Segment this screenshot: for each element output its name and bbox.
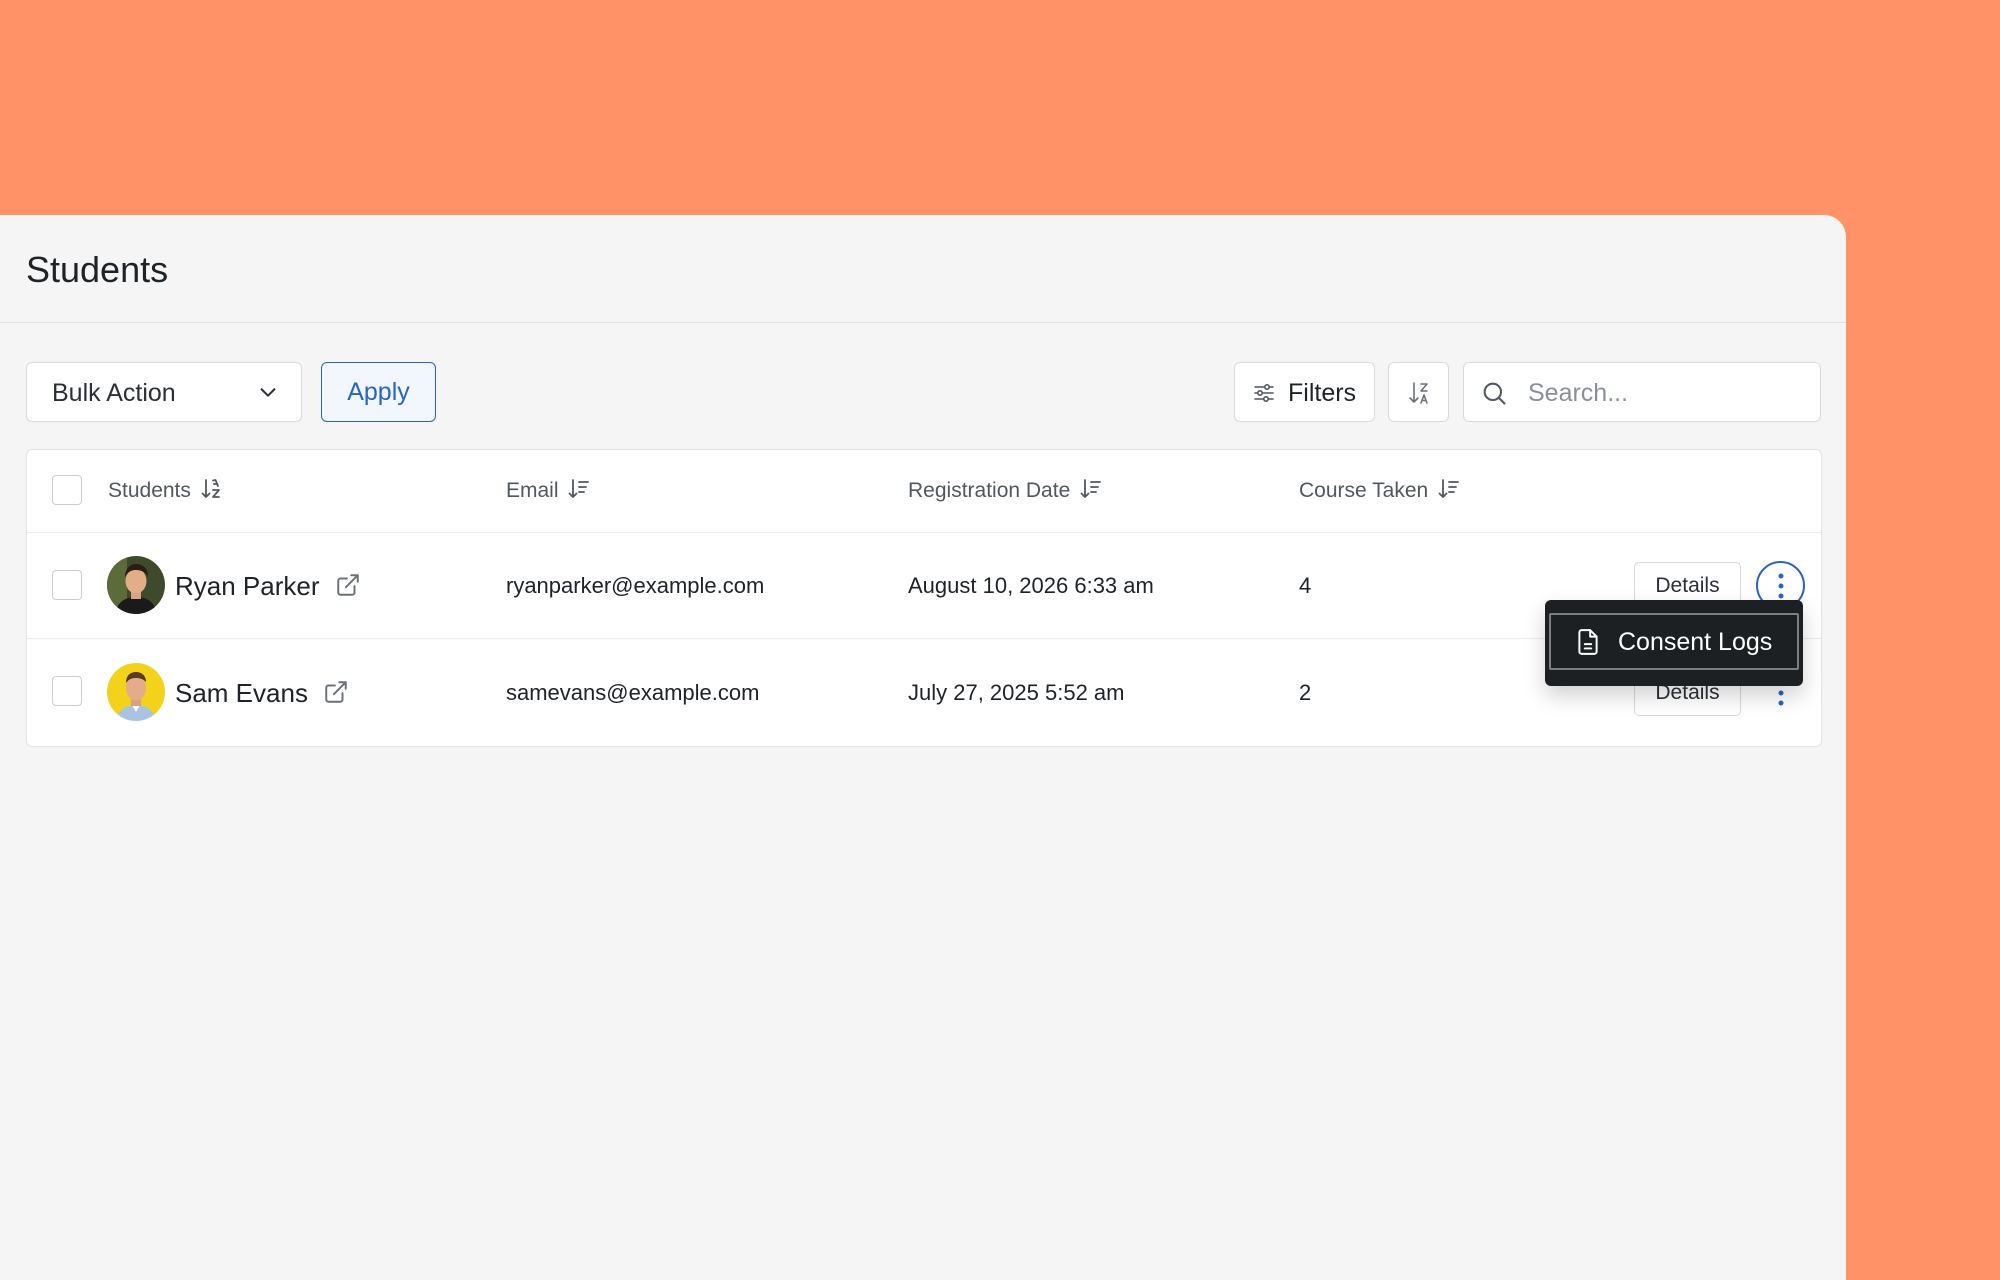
student-email: ryanparker@example.com	[506, 573, 765, 598]
select-all-checkbox[interactable]	[52, 475, 82, 505]
chevron-down-icon	[257, 381, 279, 410]
row-actions-menu: Consent Logs	[1545, 600, 1803, 686]
column-header-students[interactable]: Students	[108, 478, 223, 503]
student-email: samevans@example.com	[506, 680, 760, 705]
sort-icon	[568, 479, 590, 498]
sort-az-icon	[201, 479, 220, 498]
row-checkbox[interactable]	[52, 570, 82, 600]
search-input[interactable]	[1526, 375, 1810, 411]
filters-button[interactable]: Filters	[1234, 362, 1375, 422]
student-name[interactable]: Ryan Parker	[175, 571, 320, 602]
avatar	[107, 556, 165, 614]
column-header-course-taken[interactable]: Course Taken	[1299, 478, 1460, 503]
course-taken-count: 4	[1299, 573, 1312, 598]
student-name[interactable]: Sam Evans	[175, 678, 308, 709]
external-link-icon[interactable]	[335, 572, 361, 603]
registration-date: August 10, 2026 6:33 am	[908, 573, 1154, 598]
document-icon	[1578, 629, 1598, 655]
column-header-email[interactable]: Email	[506, 478, 590, 503]
menu-item-label: Consent Logs	[1618, 628, 1773, 656]
bulk-action-select[interactable]: Bulk Action	[26, 362, 302, 422]
row-checkbox[interactable]	[52, 676, 82, 706]
table-header: Students Email Registration Date Course …	[27, 450, 1821, 533]
course-taken-count: 2	[1299, 680, 1312, 705]
external-link-icon[interactable]	[323, 679, 349, 710]
filter-sliders-icon	[1252, 381, 1276, 412]
filters-label: Filters	[1288, 379, 1357, 407]
students-table: Students Email Registration Date Course …	[26, 449, 1822, 747]
registration-date: July 27, 2025 5:52 am	[908, 680, 1125, 705]
sort-icon	[1438, 479, 1459, 498]
page-header: Students	[0, 215, 1846, 323]
page-title: Students	[26, 249, 169, 290]
search-box[interactable]	[1463, 362, 1821, 422]
apply-button[interactable]: Apply	[321, 362, 436, 422]
sort-button[interactable]	[1388, 362, 1449, 422]
menu-item-consent-logs[interactable]: Consent Logs	[1549, 613, 1799, 670]
students-panel: Students Bulk Action Apply Filters Searc…	[0, 215, 1846, 1280]
column-header-registration-date[interactable]: Registration Date	[908, 478, 1102, 503]
kebab-menu-icon	[1778, 573, 1783, 598]
avatar	[107, 663, 165, 721]
bulk-action-label: Bulk Action	[52, 379, 176, 407]
sort-icon	[1080, 479, 1101, 498]
